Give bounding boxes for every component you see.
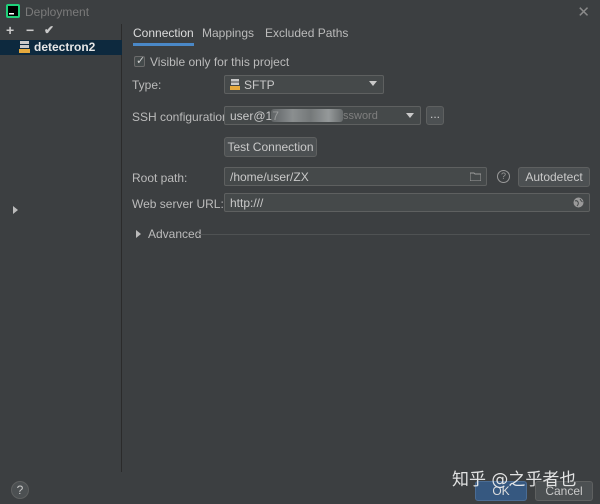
intellij-icon xyxy=(6,4,20,18)
server-item-label: detectron2 xyxy=(34,40,96,54)
root-path-label: Root path: xyxy=(132,171,188,185)
chevron-right-icon[interactable] xyxy=(136,230,141,238)
web-server-url-input[interactable]: http:/// xyxy=(224,193,590,212)
advanced-label[interactable]: Advanced xyxy=(148,227,201,241)
settings-panel: Connection Mappings Excluded Paths ✓ Vis… xyxy=(13,24,600,472)
server-toolbar: + − ✔ xyxy=(0,23,122,38)
check-icon: ✓ xyxy=(136,55,146,67)
type-select[interactable]: SFTP xyxy=(224,75,384,94)
add-icon[interactable]: + xyxy=(6,23,14,37)
test-connection-label: Test Connection xyxy=(227,140,314,154)
type-label: Type: xyxy=(132,78,162,92)
sftp-server-icon xyxy=(19,41,30,53)
ssh-config-select[interactable]: user@17 ssword xyxy=(224,106,421,125)
redacted-blur xyxy=(271,109,343,122)
help-button[interactable]: ? xyxy=(11,481,29,499)
root-path-input[interactable]: /home/user/ZX xyxy=(224,167,487,186)
ssh-config-more-button[interactable]: ... xyxy=(426,106,444,125)
ssh-config-faded-text: ssword xyxy=(343,110,378,122)
tab-bar: Connection Mappings Excluded Paths xyxy=(123,24,600,46)
ssh-config-label: SSH configuration: xyxy=(132,110,233,124)
test-connection-button[interactable]: Test Connection xyxy=(224,137,317,157)
autodetect-label: Autodetect xyxy=(525,170,583,184)
divider xyxy=(196,234,590,235)
window-title: Deployment xyxy=(25,5,90,19)
visible-only-checkbox[interactable]: ✓ xyxy=(134,55,146,67)
tab-connection[interactable]: Connection xyxy=(133,26,194,46)
tab-mappings[interactable]: Mappings xyxy=(202,26,254,46)
close-icon[interactable]: ✕ xyxy=(577,3,590,21)
tab-excluded-paths[interactable]: Excluded Paths xyxy=(265,26,348,46)
sftp-icon xyxy=(230,79,240,90)
chevron-down-icon xyxy=(406,113,414,118)
autodetect-button[interactable]: Autodetect xyxy=(518,167,590,187)
help-icon[interactable]: ? xyxy=(497,170,510,183)
title-bar: Deployment ✕ xyxy=(0,0,600,24)
watermark: 知乎 @之乎者也 xyxy=(452,470,577,490)
web-server-url-value: http:/// xyxy=(230,196,264,210)
visible-only-label: Visible only for this project xyxy=(150,55,290,69)
server-item-detectron2[interactable]: detectron2 xyxy=(0,40,122,55)
root-path-value: /home/user/ZX xyxy=(230,170,309,184)
apply-icon[interactable]: ✔ xyxy=(44,23,54,37)
folder-icon[interactable] xyxy=(470,172,481,181)
type-value: SFTP xyxy=(244,78,275,92)
server-list-panel: + − ✔ detectron2 xyxy=(0,23,122,472)
web-server-url-label: Web server URL: xyxy=(132,197,224,211)
remove-icon[interactable]: − xyxy=(26,23,34,37)
chevron-right-icon xyxy=(13,206,18,214)
chevron-down-icon xyxy=(369,81,377,86)
globe-icon[interactable] xyxy=(573,197,584,208)
